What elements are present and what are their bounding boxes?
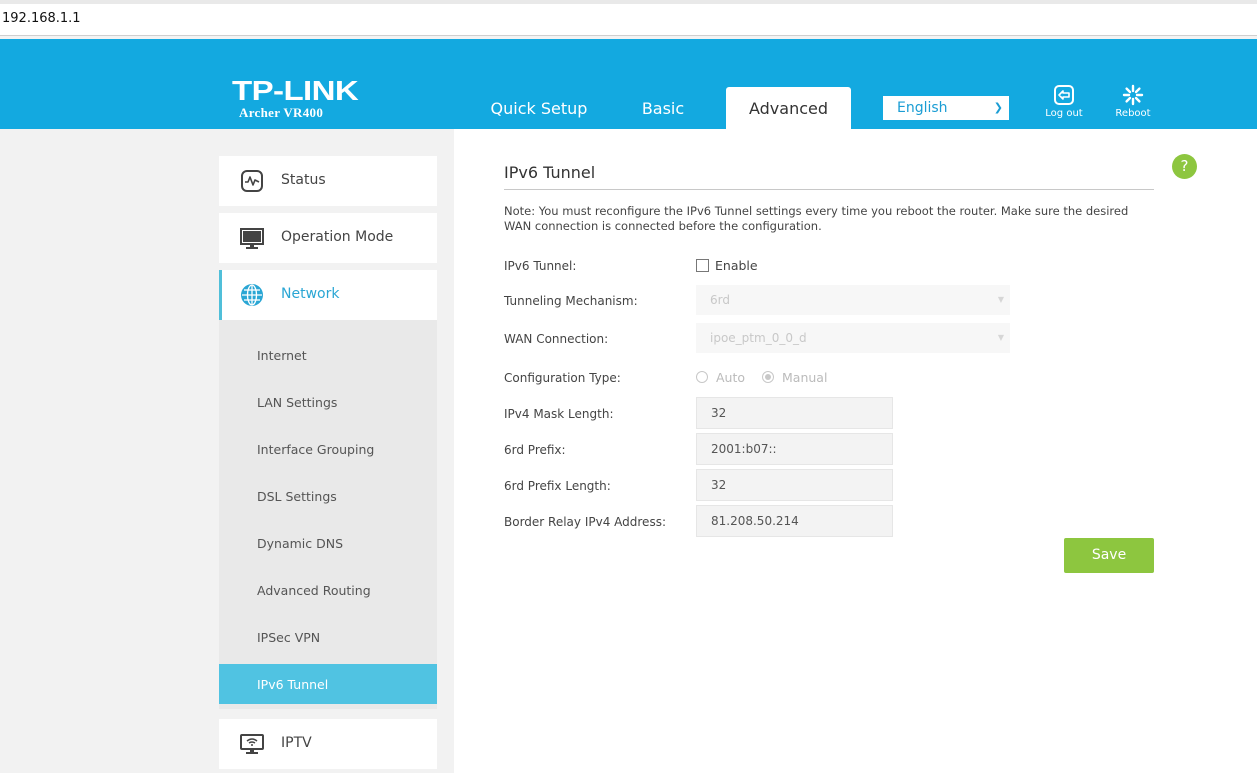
reboot-button[interactable]: Reboot — [1108, 84, 1158, 119]
model-name: Archer VR400 — [239, 105, 324, 120]
logout-button[interactable]: Log out — [1039, 84, 1089, 119]
tunneling-mechanism-value: 6rd — [710, 293, 730, 307]
top-header: TP-LINK Archer VR400 Quick Setup Basic A… — [0, 39, 1257, 129]
tp-link-logo: TP-LINK — [232, 75, 359, 106]
radio-auto[interactable] — [696, 371, 708, 383]
tunneling-mechanism-select[interactable]: 6rd ▼ — [696, 285, 1010, 315]
subitem-label: Advanced Routing — [257, 583, 371, 598]
sidebar-subitem-advanced-routing[interactable]: Advanced Routing — [219, 570, 437, 610]
status-icon — [241, 170, 263, 192]
6rd-prefix-length-label: 6rd Prefix Length: — [504, 479, 611, 493]
subitem-label: Internet — [257, 348, 307, 363]
monitor-icon — [240, 228, 264, 249]
tunneling-mechanism-label: Tunneling Mechanism: — [504, 294, 638, 308]
wan-connection-select[interactable]: ipoe_ptm_0_0_d ▼ — [696, 323, 1010, 353]
border-relay-label: Border Relay IPv4 Address: — [504, 515, 666, 529]
sidebar-subitem-dynamic-dns[interactable]: Dynamic DNS — [219, 523, 437, 563]
6rd-prefix-input[interactable]: 2001:b07:: — [696, 433, 893, 465]
sidebar-item-operation-mode[interactable]: Operation Mode — [219, 213, 437, 263]
language-selected: English — [897, 100, 948, 116]
sidebar-subitem-interface-grouping[interactable]: Interface Grouping — [219, 429, 437, 469]
6rd-prefix-label: 6rd Prefix: — [504, 443, 566, 457]
title-divider — [504, 189, 1154, 190]
sidebar-subitem-dsl-settings[interactable]: DSL Settings — [219, 476, 437, 516]
tab-basic[interactable]: Basic — [617, 87, 709, 129]
subitem-label: Interface Grouping — [257, 442, 375, 457]
note-text: Note: You must reconfigure the IPv6 Tunn… — [504, 204, 1129, 233]
sidebar-item-label: Network — [281, 286, 340, 302]
sidebar-item-network[interactable]: Network — [219, 270, 437, 320]
logout-icon — [1054, 85, 1074, 105]
sidebar-subitem-ipv6-tunnel[interactable]: IPv6 Tunnel — [219, 664, 437, 704]
globe-icon — [241, 284, 263, 306]
logout-label: Log out — [1045, 108, 1083, 119]
sidebar-item-status[interactable]: Status — [219, 156, 437, 206]
wan-connection-value: ipoe_ptm_0_0_d — [710, 331, 807, 345]
radio-manual-label[interactable]: Manual — [782, 370, 827, 385]
sidebar-item-iptv[interactable]: IPTV — [219, 719, 437, 769]
tab-quick-setup[interactable]: Quick Setup — [474, 87, 604, 129]
url-text[interactable]: 192.168.1.1 — [2, 11, 81, 26]
6rd-prefix-length-input[interactable]: 32 — [696, 469, 893, 501]
radio-auto-label[interactable]: Auto — [716, 370, 745, 385]
radio-manual[interactable] — [762, 371, 774, 383]
network-submenu: Internet LAN Settings Interface Grouping… — [219, 320, 437, 709]
sidebar-subitem-ipsec-vpn[interactable]: IPSec VPN — [219, 617, 437, 657]
language-select[interactable]: English ❯ — [883, 96, 1009, 120]
subitem-label: LAN Settings — [257, 395, 338, 410]
sidebar-item-label: Status — [281, 172, 326, 188]
chevron-down-icon: ❯ — [993, 101, 1003, 114]
subitem-label: Dynamic DNS — [257, 536, 344, 551]
help-icon: ? — [1180, 157, 1189, 175]
dropdown-arrow-icon: ▼ — [997, 333, 1004, 342]
sidebar-item-label: IPTV — [281, 735, 312, 751]
dropdown-arrow-icon: ▼ — [997, 295, 1004, 304]
wan-connection-label: WAN Connection: — [504, 332, 609, 346]
border-relay-input[interactable]: 81.208.50.214 — [696, 505, 893, 537]
sidebar-subitem-lan-settings[interactable]: LAN Settings — [219, 382, 437, 422]
subitem-label: IPv6 Tunnel — [257, 677, 329, 692]
enable-checkbox-label[interactable]: Enable — [715, 258, 758, 273]
help-button[interactable]: ? — [1172, 154, 1197, 179]
iptv-icon — [240, 734, 264, 754]
enable-checkbox[interactable] — [696, 259, 709, 272]
sidebar-item-label: Operation Mode — [281, 229, 394, 245]
subitem-label: DSL Settings — [257, 489, 337, 504]
reboot-icon — [1122, 84, 1144, 106]
subitem-label: IPSec VPN — [257, 630, 321, 645]
browser-address-bar[interactable]: 192.168.1.1 — [0, 0, 1257, 36]
sidebar-subitem-internet[interactable]: Internet — [219, 335, 437, 375]
ipv4-mask-length-input[interactable]: 32 — [696, 397, 893, 429]
ipv4-mask-length-label: IPv4 Mask Length: — [504, 407, 614, 421]
save-button[interactable]: Save — [1064, 538, 1154, 573]
tab-advanced[interactable]: Advanced — [726, 87, 851, 129]
page-title: IPv6 Tunnel — [504, 163, 596, 182]
configuration-type-label: Configuration Type: — [504, 371, 621, 385]
main-content: IPv6 Tunnel ? Note: You must reconfigure… — [454, 129, 1257, 773]
reboot-label: Reboot — [1115, 108, 1151, 119]
ipv6-tunnel-label: IPv6 Tunnel: — [504, 259, 577, 273]
